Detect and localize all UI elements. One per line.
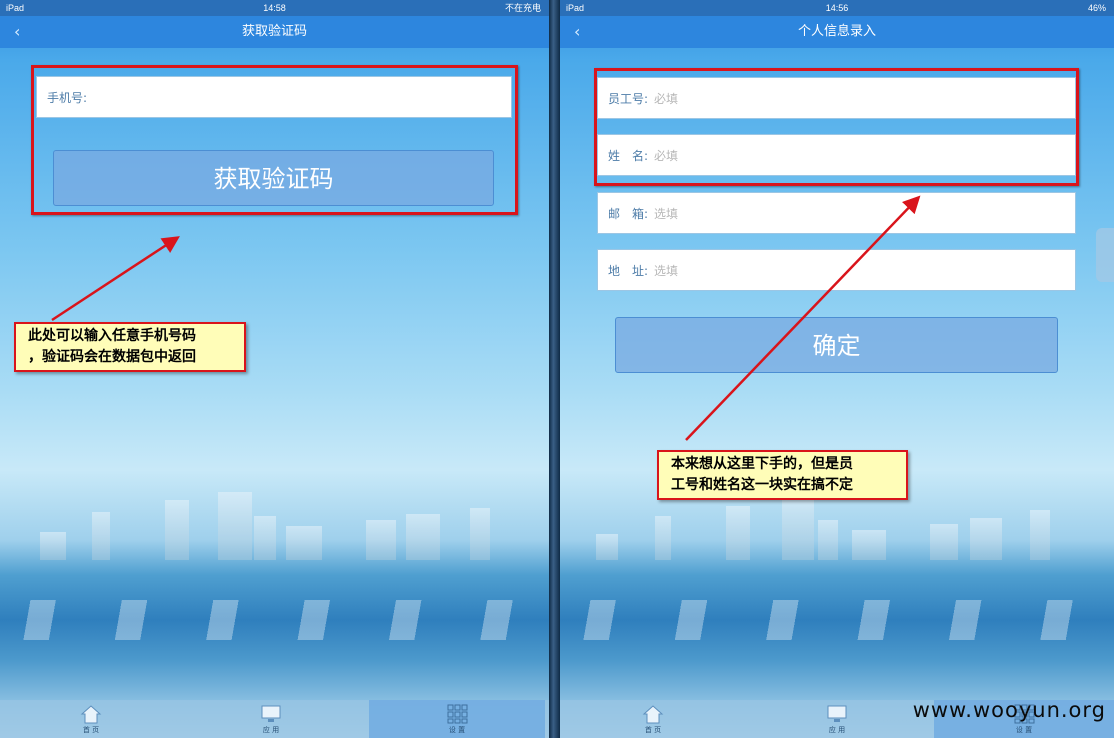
assistive-touch-handle[interactable] [1096, 228, 1114, 282]
battery-status: 46% [1087, 3, 1106, 13]
callout-line-2: 工号和姓名这一块实在搞不定 [671, 477, 853, 493]
grid-icon [447, 704, 468, 724]
screen-divider [549, 0, 560, 738]
email-input[interactable]: 邮 箱: 选填 [597, 192, 1076, 234]
tab-apps[interactable]: 应 用 [240, 700, 302, 738]
tab-home[interactable]: 首 页 [622, 700, 684, 738]
callout-line-1: 本来想从这里下手的，但是员 [671, 456, 853, 472]
highlight-box [31, 65, 518, 215]
right-ipad-screen: iPad 14:56 46% ‹ 个人信息录入 员工号: 必填 姓 名: 必填 邮 … [560, 0, 1114, 738]
monitor-icon [827, 705, 847, 722]
status-time: 14:58 [263, 3, 286, 13]
tab-label: 应 用 [262, 726, 280, 734]
page-title: 获取验证码 [241, 24, 307, 39]
annotation-callout: 此处可以输入任意手机号码 ，验证码会在数据包中返回 [14, 322, 246, 372]
sea-waves [0, 600, 549, 640]
callout-line-1: 此处可以输入任意手机号码 [28, 328, 196, 344]
nav-bar: ‹ 获取验证码 [0, 16, 549, 48]
home-icon [80, 705, 102, 724]
monitor-icon [261, 705, 281, 722]
back-icon[interactable]: ‹ [574, 16, 580, 48]
left-ipad-screen: iPad 14:58 不在充电 ‹ 获取验证码 手机号: 获取验证码 此处可以输… [0, 0, 549, 738]
watermark: www.wooyun.org [912, 698, 1106, 722]
page-title: 个人信息录入 [797, 24, 876, 39]
charging-status: 不在充电 [504, 3, 541, 13]
address-input[interactable]: 地 址: 选填 [597, 249, 1076, 291]
tab-apps[interactable]: 应 用 [806, 700, 868, 738]
status-bar: iPad 14:56 46% [560, 0, 1114, 16]
tab-label: 应 用 [828, 726, 846, 734]
address-label: 地 址: [608, 264, 649, 278]
city-skyline [0, 480, 549, 560]
back-icon[interactable]: ‹ [14, 16, 20, 48]
email-placeholder: 选填 [654, 207, 679, 221]
tab-label: 首 页 [82, 726, 100, 734]
tab-label: 设 置 [448, 726, 466, 734]
nav-bar: ‹ 个人信息录入 [560, 16, 1114, 48]
email-label: 邮 箱: [608, 207, 649, 221]
tab-label: 设 置 [1015, 726, 1033, 734]
confirm-button[interactable]: 确定 [615, 317, 1058, 373]
status-bar: iPad 14:58 不在充电 [0, 0, 549, 16]
annotation-callout: 本来想从这里下手的，但是员 工号和姓名这一块实在搞不定 [657, 450, 908, 500]
tab-label: 首 页 [644, 726, 662, 734]
tab-home[interactable]: 首 页 [60, 700, 122, 738]
callout-line-2: ，验证码会在数据包中返回 [28, 349, 196, 365]
highlight-box [594, 68, 1079, 186]
home-icon [642, 705, 664, 724]
tab-bar: 首 页 应 用 设 置 [0, 700, 549, 738]
tab-settings[interactable]: 设 置 [369, 700, 545, 738]
sea-waves [560, 600, 1114, 640]
status-time: 14:56 [825, 3, 849, 13]
address-placeholder: 选填 [654, 264, 679, 278]
